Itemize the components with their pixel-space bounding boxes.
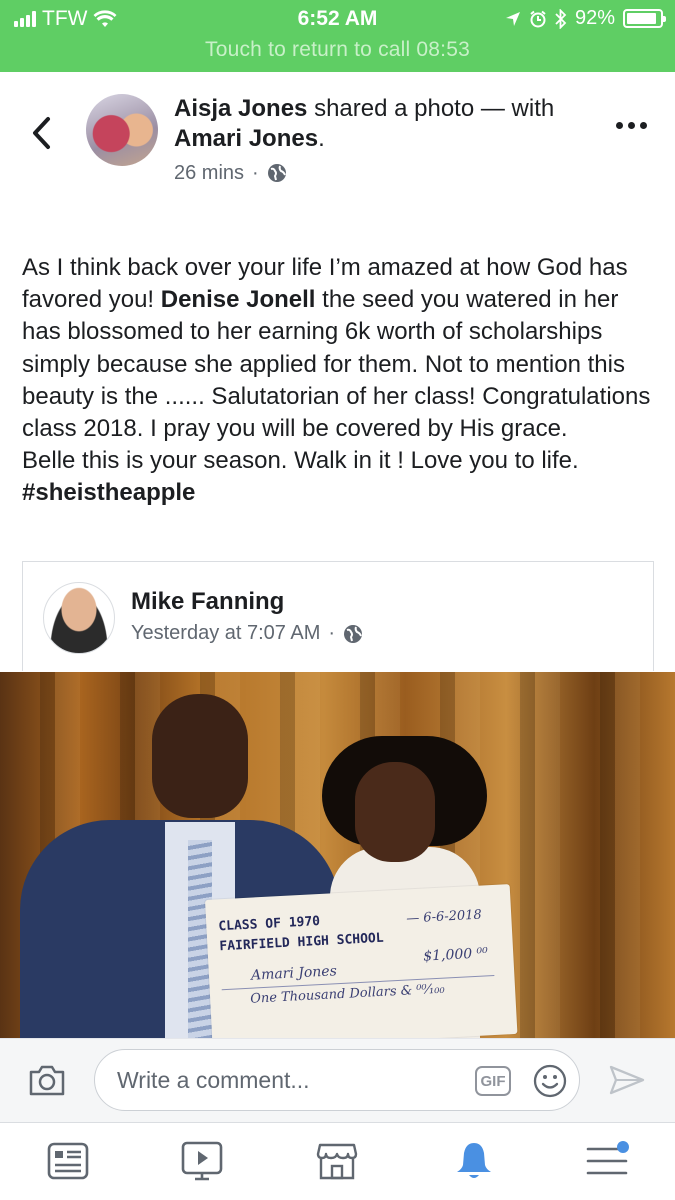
- battery-fill: [627, 13, 657, 24]
- author-name[interactable]: Aisja Jones: [174, 95, 307, 122]
- comment-bar: Write a comment... GIF: [0, 1038, 675, 1122]
- shared-author-avatar[interactable]: [43, 582, 115, 654]
- post-header-text: Aisja Jones shared a photo — with Amari …: [174, 94, 594, 188]
- news-feed-icon[interactable]: [46, 1139, 90, 1183]
- bottom-nav: [0, 1122, 675, 1200]
- tagged-name[interactable]: Amari Jones: [174, 125, 318, 152]
- battery-percent: 92%: [574, 7, 615, 29]
- man-head: [152, 694, 248, 818]
- more-options-icon[interactable]: [616, 122, 647, 129]
- globe-icon: [267, 164, 286, 182]
- woman-face: [355, 762, 435, 862]
- notifications-icon[interactable]: [452, 1139, 496, 1183]
- return-to-call-banner[interactable]: Touch to return to call 08:53: [0, 38, 675, 62]
- post-body: As I think back over your life I’m amaze…: [22, 252, 662, 510]
- marketplace-icon[interactable]: [315, 1139, 359, 1183]
- hashtag-link[interactable]: #sheistheapple: [22, 479, 195, 506]
- shared-post-card[interactable]: Mike Fanning Yesterday at 7:07 AM ·: [22, 561, 654, 671]
- post-timestamp[interactable]: 26 mins: [174, 158, 244, 188]
- check-date: — 6-6-2018: [405, 907, 483, 927]
- camera-icon[interactable]: [28, 1063, 66, 1097]
- shared-timestamp[interactable]: Yesterday at 7:07 AM: [131, 622, 320, 645]
- comment-input[interactable]: Write a comment... GIF: [94, 1049, 580, 1111]
- scholarship-check: CLASS OF 1970 FAIRFIELD HIGH SCHOOL — 6-…: [205, 884, 518, 1038]
- post-paragraph-1: As I think back over your life I’m amaze…: [22, 252, 662, 445]
- shared-author-name[interactable]: Mike Fanning: [131, 588, 284, 616]
- meta-separator: ·: [252, 162, 259, 184]
- gif-icon[interactable]: GIF: [475, 1066, 511, 1096]
- comment-placeholder: Write a comment...: [117, 1067, 310, 1093]
- tagged-suffix: .: [318, 125, 325, 152]
- emoji-icon[interactable]: [533, 1064, 567, 1098]
- check-amount: $1,000 ⁰⁰: [422, 945, 489, 965]
- watch-icon[interactable]: [180, 1139, 224, 1183]
- back-icon[interactable]: [30, 116, 54, 150]
- mention-denise[interactable]: Denise Jonell: [161, 286, 316, 313]
- battery-icon: [623, 9, 666, 28]
- check-school-label: FAIRFIELD HIGH SCHOOL: [219, 930, 385, 955]
- menu-icon[interactable]: [586, 1139, 630, 1183]
- post-action-text: shared a photo — with: [307, 95, 555, 122]
- send-icon[interactable]: [608, 1063, 646, 1097]
- status-bar: TFW 6:52 AM 92% Touch to return to call …: [0, 0, 675, 72]
- post-header: Aisja Jones shared a photo — with Amari …: [0, 72, 675, 202]
- post-paragraph-2: Belle this is your season. Walk in it ! …: [22, 447, 579, 475]
- check-class-label: CLASS OF 1970: [218, 914, 321, 935]
- location-icon: [505, 11, 520, 26]
- check-payee: Amari Jones: [250, 963, 338, 984]
- author-avatar[interactable]: [86, 94, 158, 166]
- meta-separator: ·: [328, 622, 336, 644]
- bluetooth-icon: [555, 8, 567, 29]
- globe-icon: [344, 624, 363, 643]
- post-photo[interactable]: CLASS OF 1970 FAIRFIELD HIGH SCHOOL — 6-…: [0, 672, 675, 1038]
- alarm-icon: [530, 10, 546, 27]
